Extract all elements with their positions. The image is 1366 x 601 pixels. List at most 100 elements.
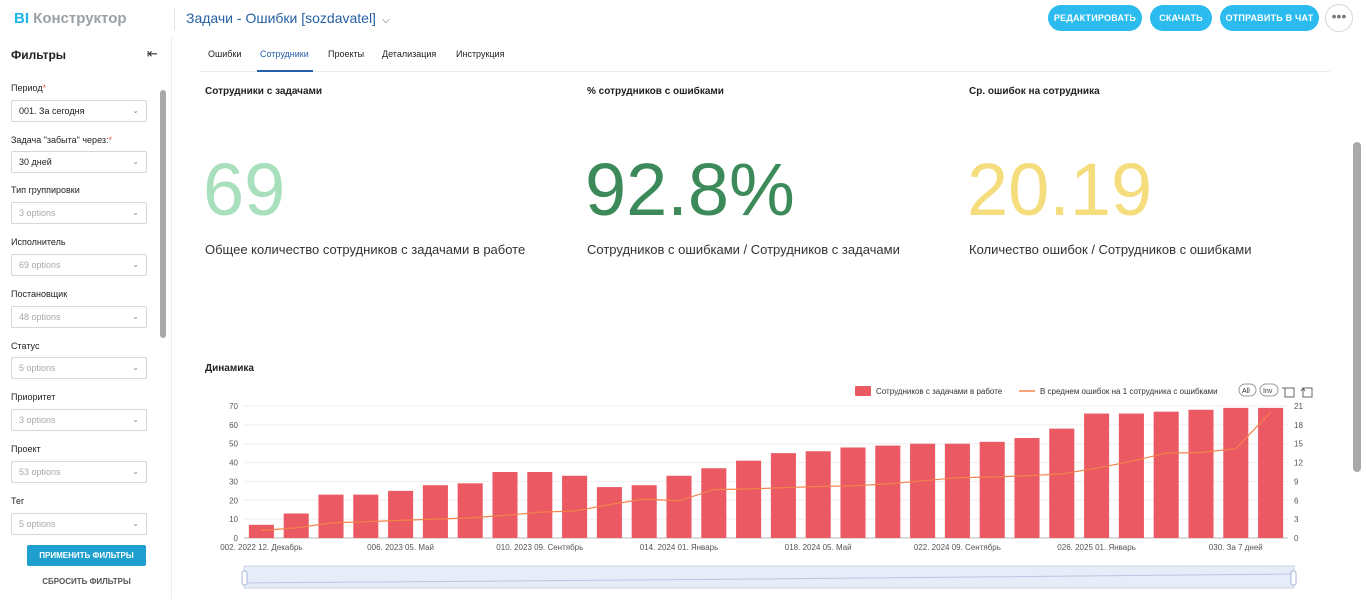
chart-bar: [318, 494, 344, 538]
edit-button[interactable]: РЕДАКТИРОВАТЬ: [1048, 5, 1142, 31]
dynamics-title: Динамика: [205, 363, 254, 374]
filter-select-grouping[interactable]: 3 options ⌄: [11, 202, 147, 224]
send-to-chat-button[interactable]: ОТПРАВИТЬ В ЧАТ: [1220, 5, 1319, 31]
chart-bar: [596, 487, 622, 538]
dynamics-chart: 0 10 20 30 40 50 60 70 0 3 6 9 12 15 18 21 002. 2022 1…: [200, 378, 1320, 596]
y-tick-right: 9: [1294, 477, 1299, 486]
chevron-down-icon: ⌄: [132, 208, 139, 217]
divider: [174, 8, 175, 30]
legend-line-label[interactable]: В среднем ошибок на 1 сотрудника с ошибк…: [1040, 387, 1218, 396]
legend-bar-label[interactable]: Сотрудников с задачами в работе: [876, 387, 1003, 396]
chart-bar: [1049, 428, 1075, 538]
kpi-description: Количество ошибок / Сотрудников с ошибка…: [969, 242, 1252, 257]
y-tick-right: 6: [1294, 496, 1299, 505]
chevron-down-icon: ⌄: [132, 363, 139, 372]
legend-all-label: All: [1242, 388, 1250, 395]
dashboard-title-dropdown[interactable]: Задачи - Ошибки [sozdavatel] ⌵: [186, 10, 390, 26]
dashboard-title: Задачи - Ошибки [sozdavatel]: [186, 10, 376, 26]
slider-handle-right[interactable]: [1290, 570, 1297, 586]
chart-bar: [1188, 409, 1214, 538]
data-zoom-slider[interactable]: [243, 565, 1295, 589]
chevron-down-icon: ⌵: [381, 15, 390, 26]
kpi-title: % сотрудников с ошибками: [587, 86, 724, 97]
sidebar-scrollbar[interactable]: [160, 90, 166, 338]
chevron-down-icon: ⌄: [132, 519, 139, 528]
chart-bar: [666, 475, 692, 538]
chart-bar: [388, 490, 414, 538]
y-tick-left: 40: [229, 459, 238, 468]
y-tick-left: 30: [229, 477, 238, 486]
legend-inverse-label: Inv: [1263, 388, 1273, 395]
chart-bar: [1084, 413, 1110, 538]
y-tick-left: 50: [229, 440, 238, 449]
slider-handle-left[interactable]: [241, 570, 248, 586]
chart-bar: [979, 441, 1005, 538]
y-tick-left: 0: [234, 534, 239, 543]
tab-details[interactable]: Детализация: [382, 49, 436, 59]
y-tick-right: 0: [1294, 534, 1299, 543]
filter-label-grouping: Тип группировки: [11, 185, 80, 195]
chart-bar: [631, 485, 657, 538]
tab-errors[interactable]: Ошибки: [208, 49, 241, 59]
filter-label-assignee: Исполнитель: [11, 237, 66, 247]
x-tick-label: 002. 2022 12. Декабрь: [220, 543, 302, 552]
kpi-value-avg-errors: 20.19: [967, 148, 1153, 231]
download-button[interactable]: СКАЧАТЬ: [1150, 5, 1212, 31]
active-tab-indicator: [257, 70, 313, 72]
filter-label-priority: Приоритет: [11, 392, 56, 402]
chart-bar: [701, 468, 727, 538]
tab-employees[interactable]: Сотрудники: [260, 49, 309, 59]
filter-select-priority[interactable]: 3 options ⌄: [11, 409, 147, 431]
filter-select-tag[interactable]: 5 options ⌄: [11, 513, 147, 535]
chart-bar: [283, 513, 309, 538]
legend-bar-swatch[interactable]: [855, 386, 871, 396]
logo[interactable]: BI Конструктор: [14, 10, 127, 27]
main-scrollbar[interactable]: [1353, 142, 1361, 472]
chart-bar: [944, 443, 970, 538]
chart-bar: [910, 443, 936, 538]
chevron-down-icon: ⌄: [132, 467, 139, 476]
x-tick-label: 010. 2023 09. Сентябрь: [496, 543, 583, 552]
y-tick-left: 10: [229, 515, 238, 524]
chart-bar: [875, 445, 901, 538]
tab-instructions[interactable]: Инструкция: [456, 49, 504, 59]
filter-label-status: Статус: [11, 341, 40, 351]
filter-label-tag: Тег: [11, 496, 25, 506]
chevron-down-icon: ⌄: [132, 415, 139, 424]
filter-label-forgotten: Задача "забыта" через:*: [11, 135, 113, 145]
filter-select-project[interactable]: 53 options ⌄: [11, 461, 147, 483]
kpi-description: Сотрудников с ошибками / Сотрудников с з…: [587, 242, 900, 257]
zoom-reset-icon[interactable]: [1300, 387, 1313, 398]
chart-bar: [805, 451, 831, 538]
kpi-title: Ср. ошибок на сотрудника: [969, 86, 1100, 97]
y-tick-right: 18: [1294, 421, 1303, 430]
chevron-down-icon: ⌄: [132, 106, 139, 115]
chart-bar: [1153, 411, 1179, 538]
filter-select-creator[interactable]: 48 options ⌄: [11, 306, 147, 328]
y-tick-right: 15: [1294, 440, 1303, 449]
zoom-icon[interactable]: [1282, 387, 1295, 398]
reset-filters-button[interactable]: СБРОСИТЬ ФИЛЬТРЫ: [27, 577, 146, 586]
x-tick-label: 022. 2024 09. Сентябрь: [914, 543, 1001, 552]
top-bar: BI Конструктор Задачи - Ошибки [sozdavat…: [0, 0, 1366, 38]
kpi-value-percent-errors: 92.8%: [585, 148, 795, 231]
filter-label-creator: Постановщик: [11, 289, 68, 299]
chart-bar: [248, 524, 274, 538]
apply-filters-button[interactable]: ПРИМЕНИТЬ ФИЛЬТРЫ: [27, 545, 146, 566]
more-options-icon[interactable]: •••: [1325, 4, 1353, 32]
y-tick-left: 60: [229, 421, 238, 430]
tab-projects[interactable]: Проекты: [328, 49, 364, 59]
filter-select-assignee[interactable]: 69 options ⌄: [11, 254, 147, 276]
kpi-title: Сотрудники с задачами: [205, 86, 323, 97]
chart-bar: [422, 485, 448, 538]
filter-select-period[interactable]: 001. За сегодня ⌄: [11, 100, 147, 122]
chart-bar: [562, 475, 588, 538]
chevron-down-icon: ⌄: [132, 157, 139, 166]
collapse-sidebar-icon[interactable]: ⇤: [147, 46, 158, 62]
chart-bar: [840, 447, 866, 538]
chart-bar: [527, 472, 553, 538]
filter-select-forgotten[interactable]: 30 дней ⌄: [11, 151, 147, 173]
tab-bar: Ошибки Сотрудники Проекты Детализация Ин…: [200, 42, 1330, 72]
filters-sidebar: Фильтры ⇤ Период* 001. За сегодня ⌄ Задач…: [0, 38, 172, 599]
filter-select-status[interactable]: 5 options ⌄: [11, 357, 147, 379]
